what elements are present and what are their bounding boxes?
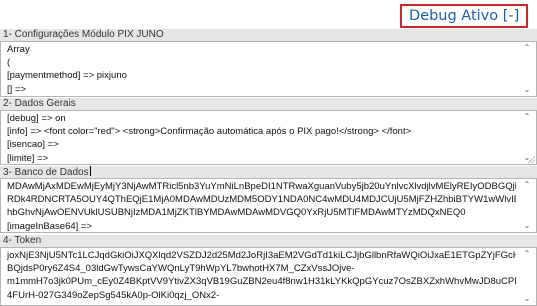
section-config-pix-juno: 1- Configurações Módulo PIX JUNO Array (… (0, 29, 537, 97)
section-token: 4- Token joxNjE3NjU5NTc1LCJqdGkiOiJXQXlq… (0, 235, 537, 306)
text-line: BQjdsP0ry6Z4S4_03ldGwTywsCaYWQnLyT9hWpYL… (7, 263, 355, 275)
section-header: 1- Configurações Módulo PIX JUNO (0, 29, 537, 41)
scroll-up-icon[interactable]: ⌃ (521, 112, 533, 122)
debug-toggle-button[interactable]: Debug Ativo [-] (400, 4, 529, 28)
scroll-down-icon[interactable]: ⌄ (521, 221, 533, 231)
section-header: 4- Token (0, 235, 537, 247)
text-line: 4FUrH-027G349oZepSg545kA0p-OlKi0qzj_ONx2… (7, 289, 220, 301)
text-line: MDAwMjAxMDEwMjEyMjY3NjAwMTRicl5nb3YuYmNi… (7, 181, 516, 192)
resize-handle-icon[interactable] (528, 156, 535, 163)
text-line: RDk4RDNCRTA5OUY4QThEQjE1MjA0MDAwMDUzMDM5… (7, 194, 516, 206)
text-line: joxNjE3NjU5NTc1LCJqdGkiOiJXQXlqd2VSZDJ2d… (7, 250, 516, 261)
config-textarea[interactable]: Array ( [paymentmethod] => pixjuno [] =>… (0, 41, 537, 97)
text-line: m1mmH7o3jk0PUm_cEy0Z4BKptVV9YtivZX3qVB19… (7, 276, 516, 288)
banco-de-dados-textarea[interactable]: MDAwMjAxMDEwMjEyMjY3NjAwMTRicl5nb3YuYmNi… (0, 178, 537, 233)
scroll-down-icon[interactable]: ⌄ (521, 85, 533, 95)
dados-gerais-textarea[interactable]: [debug] => on [info] => <font color="red… (0, 110, 537, 165)
scroll-up-icon[interactable]: ⌃ (521, 249, 533, 259)
text-line: [isencao] => (7, 139, 59, 151)
section-banco-de-dados: 3- Banco de Dados MDAwMjAxMDEwMjEyMjY3Nj… (0, 166, 537, 233)
text-line: [] => (7, 83, 27, 95)
text-line: hbGhvNjAwOENVUklUSUBNjIzMDA1MjZKTlBYMDAw… (7, 207, 466, 219)
text-line: [limite] => (7, 152, 49, 164)
token-textarea[interactable]: joxNjE3NjU5NTc1LCJqdGkiOiJXQXlqd2VSZDJ2d… (0, 247, 537, 306)
section-header: 2- Dados Gerais (0, 98, 537, 110)
scroll-up-icon[interactable]: ⌃ (521, 43, 533, 53)
scroll-down-icon[interactable]: ⌄ (521, 294, 533, 304)
text-line: Array (7, 44, 30, 55)
scroll-up-icon[interactable]: ⌃ (521, 180, 533, 190)
text-line: [debug] => on (7, 113, 66, 124)
text-line: [info] => <font color="red"> <strong>Con… (7, 126, 412, 138)
section-header: 3- Banco de Dados (0, 166, 537, 178)
text-line: [paymentmethod] => pixjuno (7, 70, 127, 82)
section-dados-gerais: 2- Dados Gerais [debug] => on [info] => … (0, 98, 537, 165)
text-line: ( (7, 57, 11, 69)
text-cursor (89, 166, 91, 176)
text-line: [imageInBase64] => (7, 220, 93, 232)
